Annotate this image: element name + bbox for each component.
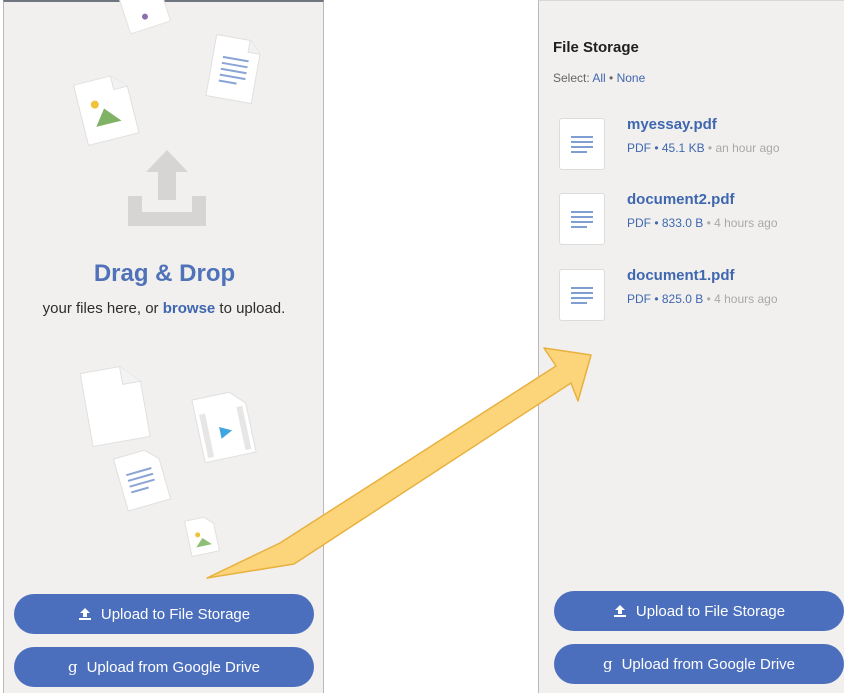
file-time: an hour ago xyxy=(715,141,780,155)
google-g-icon: g xyxy=(67,658,78,676)
document-icon xyxy=(571,287,593,304)
select-separator: • xyxy=(609,71,614,85)
document-icon xyxy=(571,211,593,228)
file-list-item[interactable]: myessay.pdf PDF • 45.1 KB • an hour ago xyxy=(559,116,844,182)
file-list-item[interactable]: document2.pdf PDF • 833.0 B • 4 hours ag… xyxy=(559,191,844,257)
file-storage-panel: File Storage Select: All • None myessay.… xyxy=(538,0,844,693)
file-size: 825.0 B xyxy=(661,292,704,306)
upload-tray-icon xyxy=(128,150,206,226)
upload-from-google-drive-label: Upload from Google Drive xyxy=(621,655,796,673)
upload-from-google-drive-button[interactable]: g Upload from Google Drive xyxy=(14,647,314,687)
google-g-icon: g xyxy=(602,655,613,673)
music-file-icon xyxy=(116,0,171,34)
file-size: 45.1 KB xyxy=(661,141,705,155)
file-meta: PDF • 45.1 KB • an hour ago xyxy=(627,141,780,155)
file-thumbnail xyxy=(559,118,605,170)
file-time: 4 hours ago xyxy=(714,216,778,230)
upload-to-file-storage-button[interactable]: Upload to File Storage xyxy=(554,591,844,631)
file-list-item[interactable]: document1.pdf PDF • 825.0 B • 4 hours ag… xyxy=(559,267,844,333)
upload-to-file-storage-label: Upload to File Storage xyxy=(100,605,251,623)
document-icon xyxy=(571,136,593,153)
browse-link[interactable]: browse xyxy=(163,300,216,317)
text-file-icon xyxy=(112,449,172,512)
upload-icon xyxy=(613,605,626,617)
upload-icon xyxy=(78,608,91,620)
select-none-link[interactable]: None xyxy=(617,71,646,85)
drag-drop-title: Drag & Drop xyxy=(93,260,236,287)
instructions-text-end: to upload. xyxy=(215,300,286,317)
upload-dropzone-panel[interactable]: Drag & Drop your files here, or browse t… xyxy=(3,0,324,693)
image-file-icon xyxy=(72,75,140,146)
file-size: 833.0 B xyxy=(661,216,704,230)
instructions-text-start: your files here, or xyxy=(42,300,163,317)
select-all-link[interactable]: All xyxy=(592,71,605,85)
file-type: PDF xyxy=(627,292,651,306)
file-storage-title: File Storage xyxy=(553,39,639,56)
upload-from-google-drive-button[interactable]: g Upload from Google Drive xyxy=(554,644,844,684)
file-meta: PDF • 833.0 B • 4 hours ago xyxy=(627,216,778,230)
file-type: PDF xyxy=(627,216,651,230)
file-name[interactable]: document1.pdf xyxy=(627,267,735,284)
upload-to-file-storage-label: Upload to File Storage xyxy=(635,602,786,620)
file-thumbnail xyxy=(559,193,605,245)
upload-to-file-storage-button[interactable]: Upload to File Storage xyxy=(14,594,314,634)
file-name[interactable]: document2.pdf xyxy=(627,191,735,208)
small-image-file-icon xyxy=(183,516,221,558)
select-controls: Select: All • None xyxy=(553,71,645,85)
upload-from-google-drive-label: Upload from Google Drive xyxy=(86,658,261,676)
select-label: Select: xyxy=(553,71,590,85)
document-file-icon xyxy=(205,33,261,105)
file-thumbnail xyxy=(559,269,605,321)
file-type: PDF xyxy=(627,141,651,155)
file-time: 4 hours ago xyxy=(714,292,778,306)
drag-drop-instructions: your files here, or browse to upload. xyxy=(34,298,294,320)
file-name[interactable]: myessay.pdf xyxy=(627,116,717,133)
file-meta: PDF • 825.0 B • 4 hours ago xyxy=(627,292,778,306)
video-file-icon xyxy=(191,391,257,464)
blank-file-icon xyxy=(79,366,151,448)
